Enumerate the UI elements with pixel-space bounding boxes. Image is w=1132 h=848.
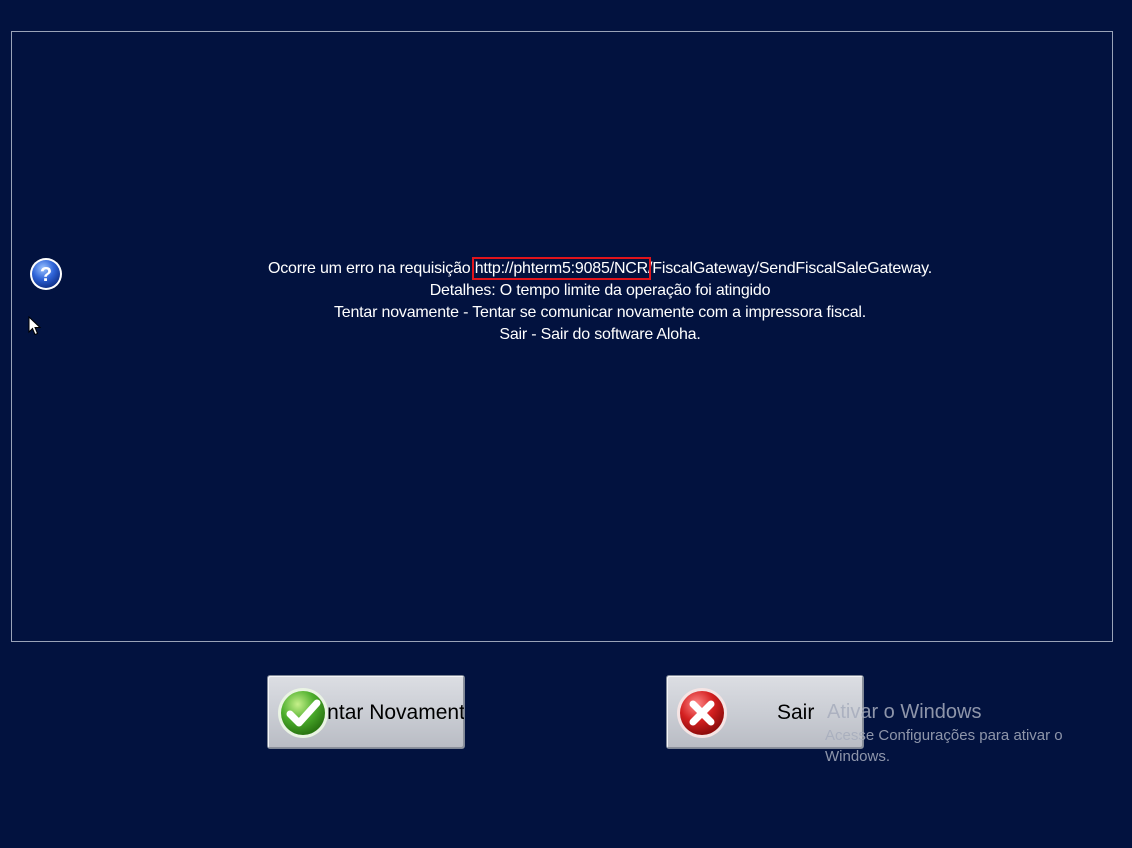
exit-button-label: Sair [777, 701, 815, 724]
close-icon [677, 688, 727, 738]
error-details: Detalhes: O tempo limite da operação foi… [429, 282, 771, 299]
error-message-line-1: Ocorre um erro na requisição http://phte… [150, 257, 1050, 280]
highlighted-url: http://phterm5:9085/NCR [471, 257, 652, 280]
error-message-suffix: /FiscalGateway/SendFiscalSaleGateway. [648, 260, 932, 277]
error-message-prefix: Ocorre um erro na requisição [268, 260, 475, 277]
svg-text:?: ? [40, 264, 52, 286]
windows-activation-watermark: Ativar o Windows Acesse Configurações pa… [825, 699, 1125, 767]
retry-button-label: Tentar Novamente [305, 701, 465, 724]
question-icon: ? [30, 258, 62, 290]
screen: ? Ocorre um erro na requisição http://ph… [0, 0, 1132, 848]
error-message: Ocorre um erro na requisição http://phte… [150, 257, 1050, 346]
exit-explanation: Sair - Sair do software Aloha. [499, 326, 701, 343]
retry-explanation: Tentar novamente - Tentar se comunicar n… [333, 304, 867, 321]
retry-button[interactable]: Tentar Novamente [267, 675, 465, 749]
mouse-cursor-icon [28, 316, 42, 336]
exit-button[interactable]: Sair [666, 675, 864, 749]
watermark-subtitle: Acesse Configurações para ativar o Windo… [825, 727, 1063, 765]
checkmark-icon [278, 688, 328, 738]
watermark-title: Ativar o Windows [827, 701, 982, 723]
